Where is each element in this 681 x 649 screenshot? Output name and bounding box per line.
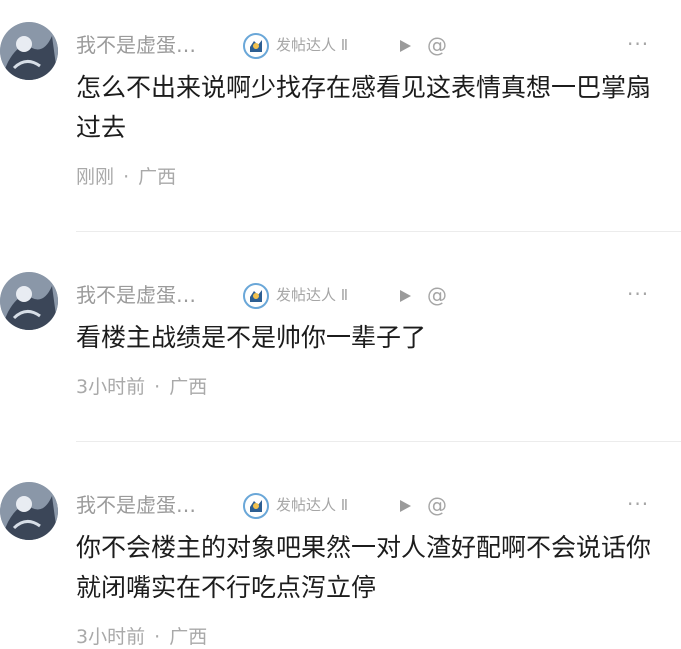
comment-content: 怎么不出来说啊少找存在感看见这表情真想一巴掌扇过去 — [76, 73, 652, 142]
play-icon[interactable] — [398, 498, 412, 512]
badge-icon — [242, 282, 270, 310]
comment-meta: 我不是虚蛋… 发帖达人 Ⅱ @ ··· — [76, 492, 676, 520]
more-icon[interactable]: ··· — [627, 282, 649, 306]
username[interactable]: 我不是虚蛋… — [76, 282, 196, 308]
badge-label: 发帖达人 Ⅱ — [276, 496, 349, 514]
play-icon[interactable] — [398, 288, 412, 302]
separator-dot: · — [154, 626, 161, 648]
comment-time: 3小时前 — [76, 376, 146, 398]
at-icon[interactable]: @ — [427, 282, 447, 308]
separator-dot: · — [154, 376, 161, 398]
comment-time: 刚刚 — [76, 166, 115, 188]
comment-time: 3小时前 — [76, 626, 146, 648]
divider — [76, 441, 681, 442]
username[interactable]: 我不是虚蛋… — [76, 492, 196, 518]
badge-icon — [242, 32, 270, 60]
at-icon[interactable]: @ — [427, 32, 447, 58]
more-icon[interactable]: ··· — [627, 492, 649, 516]
play-icon[interactable] — [398, 38, 412, 52]
comment-meta: 我不是虚蛋… 发帖达人 Ⅱ @ ··· — [76, 32, 676, 60]
badge-icon — [242, 492, 270, 520]
separator-dot: · — [123, 166, 130, 188]
comment-footer: 3小时前 · 广西 — [76, 625, 207, 649]
comment-footer: 刚刚 · 广西 — [76, 165, 176, 189]
comment-location: 广西 — [138, 166, 177, 188]
avatar[interactable] — [0, 272, 58, 330]
divider — [76, 231, 681, 232]
at-icon[interactable]: @ — [427, 492, 447, 518]
badge-label: 发帖达人 Ⅱ — [276, 286, 349, 304]
more-icon[interactable]: ··· — [627, 32, 649, 56]
comment-content: 你不会楼主的对象吧果然一对人渣好配啊不会说话你就闭嘴实在不行吃点泻立停 — [76, 533, 652, 602]
comment-location: 广西 — [169, 626, 208, 648]
username[interactable]: 我不是虚蛋… — [76, 32, 196, 58]
comment-meta: 我不是虚蛋… 发帖达人 Ⅱ @ ··· — [76, 282, 676, 310]
comment-content: 看楼主战绩是不是帅你一辈子了 — [76, 323, 427, 352]
comment-footer: 3小时前 · 广西 — [76, 375, 207, 399]
avatar[interactable] — [0, 22, 58, 80]
badge-label: 发帖达人 Ⅱ — [276, 36, 349, 54]
avatar[interactable] — [0, 482, 58, 540]
comment-location: 广西 — [169, 376, 208, 398]
